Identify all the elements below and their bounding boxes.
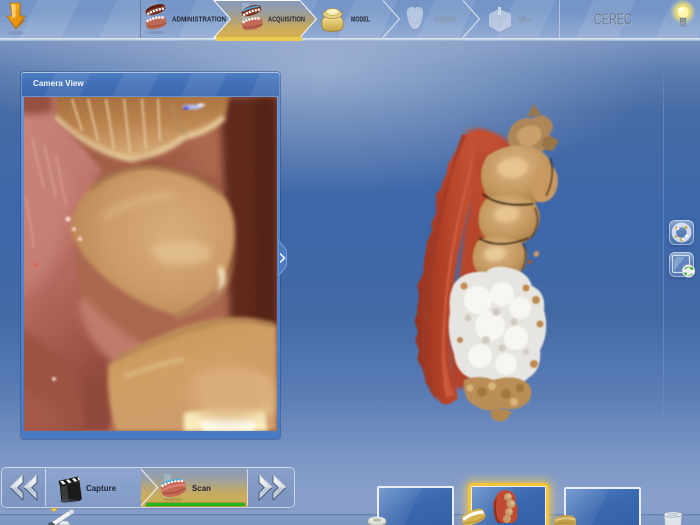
svg-text:MODEL: MODEL [351, 15, 370, 24]
svg-text:ACQUISITION: ACQUISITION [268, 15, 305, 24]
svg-text:ADMINISTRATION: ADMINISTRATION [172, 15, 226, 24]
svg-text:MILL: MILL [518, 15, 532, 24]
svg-text:DESIGN: DESIGN [434, 15, 456, 24]
svg-text:CEREC: CEREC [594, 11, 632, 28]
